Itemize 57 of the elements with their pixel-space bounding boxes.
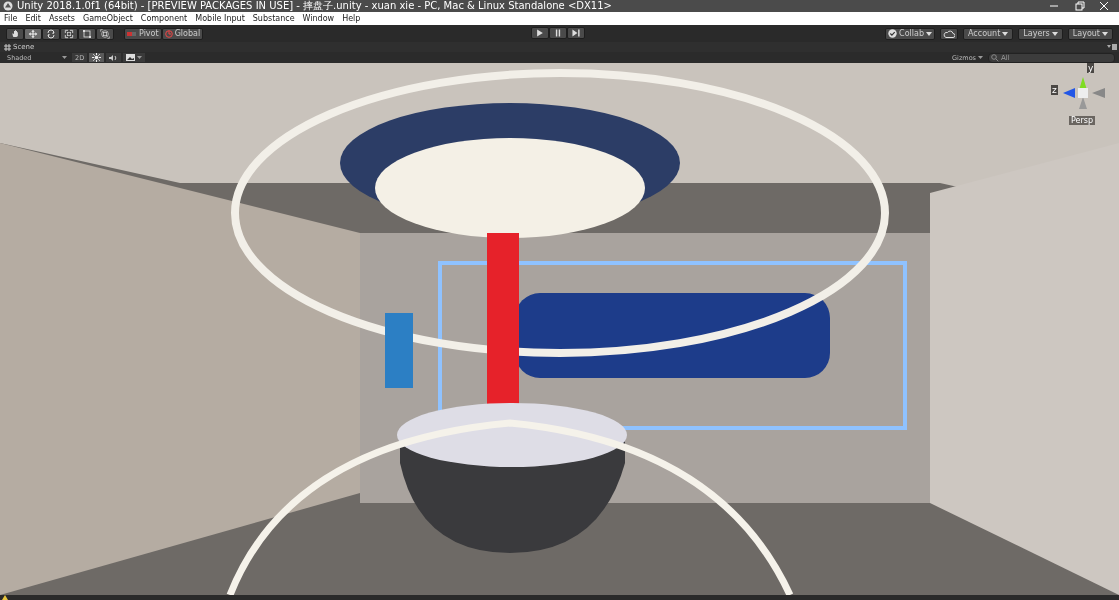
cloud-button[interactable] — [940, 27, 958, 40]
caret-icon — [137, 56, 143, 59]
caret-icon — [62, 56, 67, 59]
sun-icon — [92, 53, 102, 62]
step-icon — [571, 28, 581, 38]
collab-button[interactable]: Collab — [885, 27, 935, 40]
tool-button[interactable] — [42, 27, 60, 40]
menu-item[interactable]: Component — [140, 14, 188, 23]
caret-icon — [978, 56, 983, 59]
transform-icon — [100, 28, 110, 39]
dropdown-button[interactable]: Account — [963, 27, 1014, 40]
pivot-icon — [127, 29, 137, 38]
caret-icon — [926, 31, 932, 36]
menu-item[interactable]: Mobile Input — [195, 14, 245, 23]
menu-icon[interactable] — [1107, 44, 1117, 50]
menu-item[interactable]: Edit — [25, 14, 41, 23]
hand-icon — [10, 28, 20, 39]
pause-button[interactable] — [549, 27, 567, 39]
search-icon — [991, 53, 999, 62]
menu-item[interactable]: Substance — [252, 14, 295, 23]
check-icon — [888, 29, 898, 38]
caret-icon — [1102, 31, 1108, 36]
axis-label: y — [1087, 63, 1095, 73]
pivot-button[interactable]: Pivot — [124, 27, 162, 40]
play-icon — [535, 28, 545, 38]
menu-item[interactable]: GameObject — [82, 14, 133, 23]
caret-icon — [1002, 31, 1009, 36]
lighting-toggle[interactable] — [89, 53, 105, 62]
pause-icon — [553, 28, 563, 38]
grid-icon — [4, 43, 11, 51]
menu-item[interactable]: Window — [302, 14, 335, 23]
caret-icon — [1051, 31, 1058, 36]
audio-toggle[interactable] — [106, 53, 122, 62]
menu-item[interactable]: File — [4, 14, 18, 23]
global-button[interactable]: Global — [161, 27, 204, 40]
speaker-icon — [109, 53, 119, 62]
axis-label: z — [1051, 85, 1058, 95]
play-button[interactable] — [531, 27, 549, 39]
dropdown-button[interactable]: Layout — [1067, 27, 1113, 40]
scale-icon — [64, 28, 74, 39]
tool-button[interactable] — [6, 27, 24, 40]
effects-dropdown[interactable] — [123, 53, 146, 62]
rect-tool-icon — [82, 28, 92, 39]
projection-label[interactable]: Persp — [1069, 116, 1095, 125]
cloud-icon — [943, 29, 955, 38]
tool-button[interactable] — [60, 27, 78, 40]
tool-button[interactable] — [96, 27, 114, 40]
dropdown-button[interactable]: Layers — [1018, 27, 1063, 40]
rotate-icon — [46, 28, 56, 39]
step-button[interactable] — [567, 27, 585, 39]
move-icon — [28, 28, 38, 39]
menu-item[interactable]: Help — [342, 14, 361, 23]
menu-item[interactable]: Assets — [48, 14, 75, 23]
window-title: Unity 2018.1.0f1 (64bit) - [PREVIEW PACKAGES IN USE] - 摔盘子.unity - xuan xie - PC, Mac & Linux Standalone <DX11> — [17, 0, 612, 12]
tool-button[interactable] — [78, 27, 96, 40]
tool-button[interactable] — [24, 27, 42, 40]
globe-icon — [164, 29, 173, 38]
